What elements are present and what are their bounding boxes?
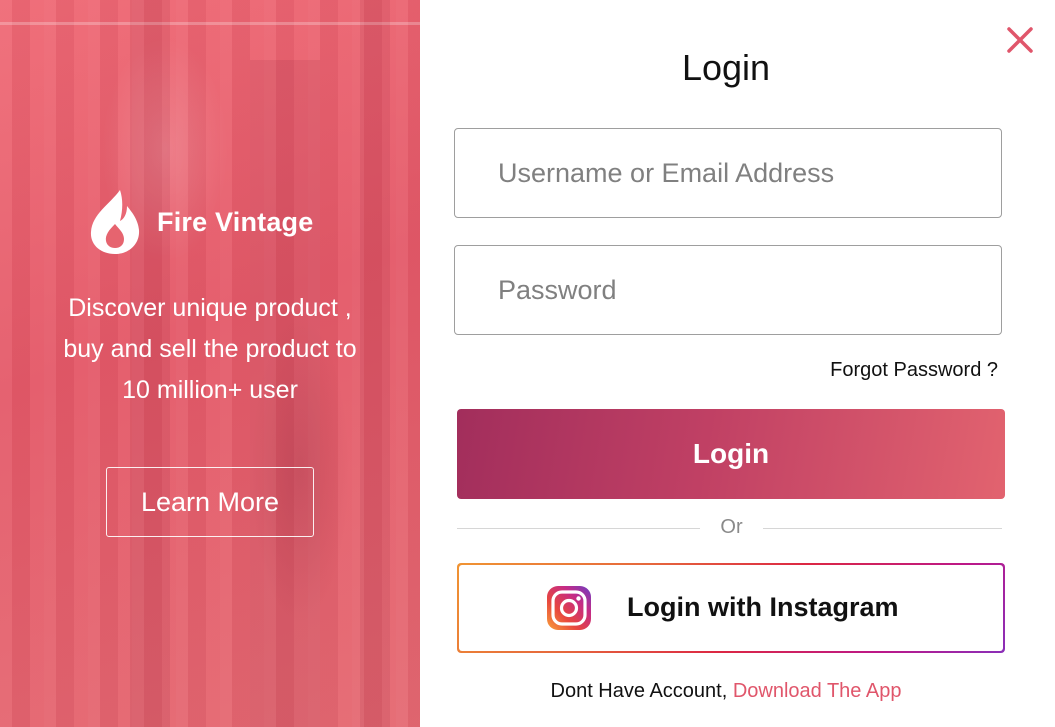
- hero-tagline: Discover unique product , buy and sell t…: [20, 288, 400, 411]
- learn-more-button[interactable]: Learn More: [106, 467, 314, 537]
- divider-line: [763, 528, 1002, 529]
- tagline-line: buy and sell the product to: [63, 335, 357, 363]
- instagram-login-button-body: Login with Instagram: [459, 565, 1003, 651]
- or-divider-label: Or: [720, 516, 743, 538]
- signup-prompt: Dont Have Account, Download The App: [420, 680, 1032, 703]
- brand-name: Fire Vintage: [157, 206, 314, 237]
- signup-prompt-text: Dont Have Account,: [550, 680, 733, 702]
- instagram-icon: [547, 586, 591, 630]
- divider-line: [457, 528, 700, 529]
- tagline-line: Discover unique product ,: [68, 294, 352, 322]
- instagram-login-button[interactable]: Login with Instagram: [457, 563, 1005, 653]
- login-button[interactable]: Login: [457, 409, 1005, 499]
- page-title: Login: [681, 47, 771, 88]
- brand: Fire Vintage: [90, 190, 313, 254]
- flame-icon: [90, 190, 140, 254]
- hero-panel: Fire Vintage Discover unique product , b…: [0, 0, 420, 727]
- download-app-link[interactable]: Download The App: [733, 680, 902, 702]
- username-input[interactable]: [454, 128, 1002, 218]
- forgot-password-link[interactable]: Forgot Password ?: [760, 359, 998, 382]
- background-rail: [0, 22, 420, 25]
- tagline-line: 10 million+ user: [122, 376, 298, 404]
- password-input[interactable]: [454, 245, 1002, 335]
- instagram-login-label: Login with Instagram: [627, 592, 899, 622]
